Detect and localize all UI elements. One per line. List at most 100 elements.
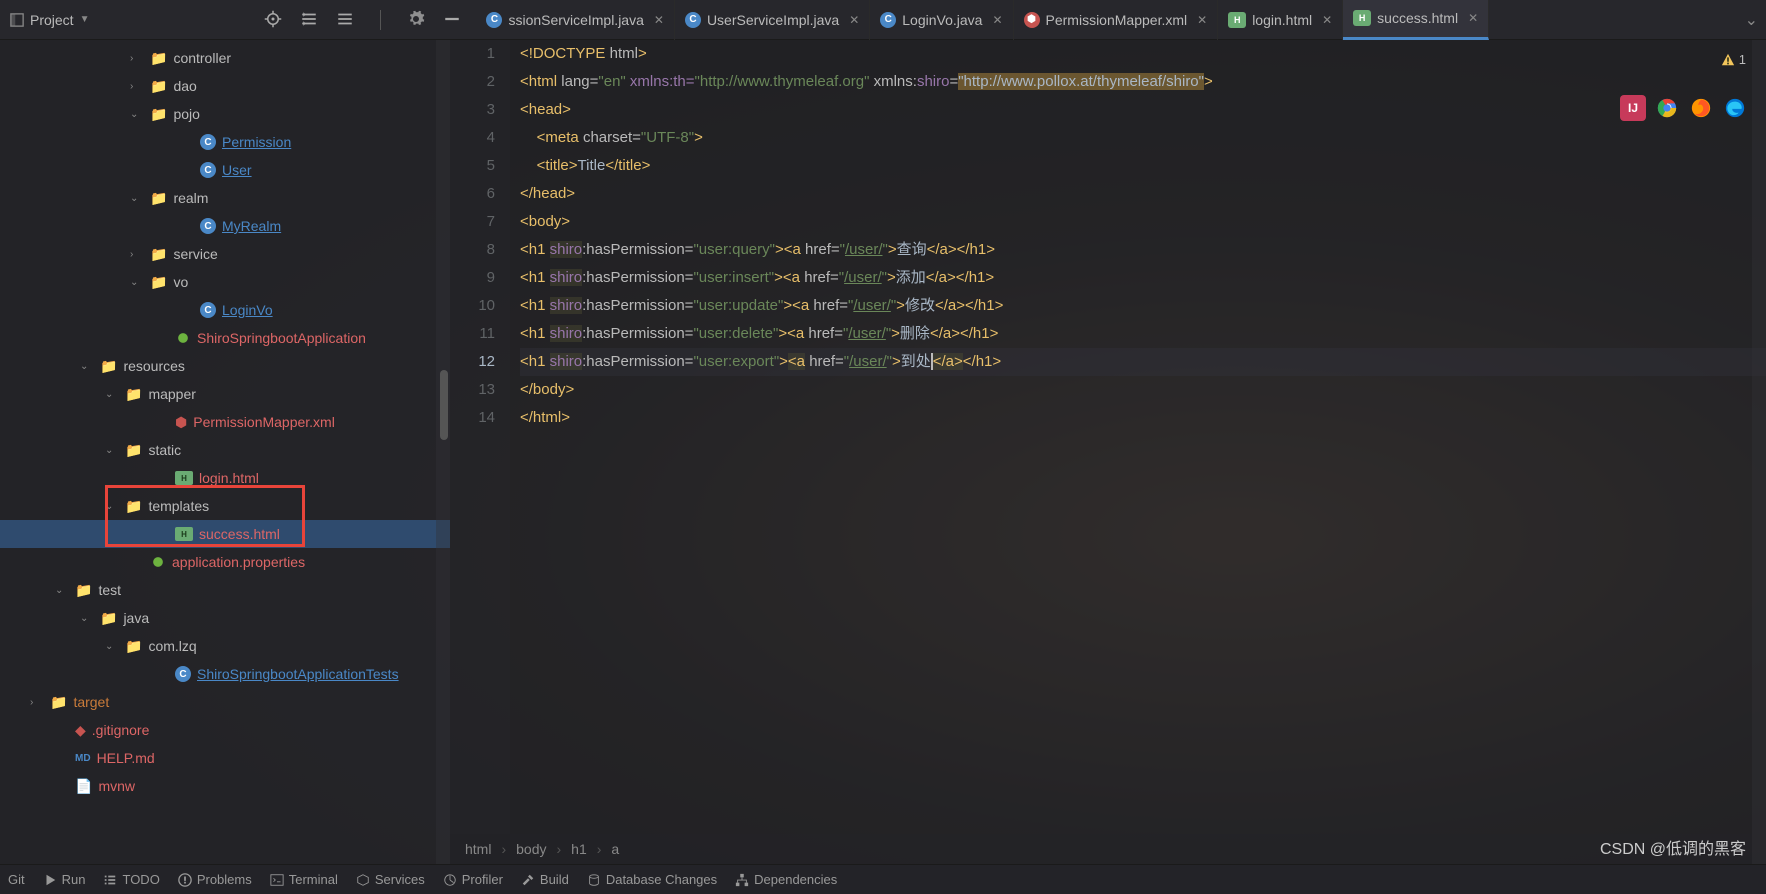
gear-icon[interactable] <box>407 10 425 28</box>
code-line[interactable]: <body> <box>520 208 1766 236</box>
tree-item[interactable]: CShiroSpringbootApplicationTests <box>0 660 450 688</box>
minimize-icon[interactable] <box>443 10 461 28</box>
problems-tool-button[interactable]: Problems <box>178 872 252 887</box>
editor-content[interactable]: <!DOCTYPE html><html lang="en" xmlns:th=… <box>510 40 1766 834</box>
code-line[interactable]: <!DOCTYPE html> <box>520 40 1766 68</box>
project-tree[interactable]: ›📁controller›📁dao⌄📁pojoCPermissionCUser⌄… <box>0 40 450 864</box>
editor-tab[interactable]: CssionServiceImpl.java✕ <box>476 0 674 40</box>
build-tool-button[interactable]: Build <box>521 872 569 887</box>
tree-item[interactable]: CMyRealm <box>0 212 450 240</box>
tree-item[interactable]: ⌄📁pojo <box>0 100 450 128</box>
code-line[interactable]: <title>Title</title> <box>520 152 1766 180</box>
editor-tab[interactable]: ⬢PermissionMapper.xml✕ <box>1014 0 1219 40</box>
line-number[interactable]: 6 <box>450 180 495 208</box>
tree-item[interactable]: application.properties <box>0 548 450 576</box>
editor-gutter[interactable]: 1234567891011121314 <box>450 40 510 834</box>
firefox-icon[interactable] <box>1688 95 1714 121</box>
code-line[interactable]: <h1 shiro:hasPermission="user:insert"><a… <box>520 264 1766 292</box>
editor-scrollbar[interactable] <box>1752 40 1766 864</box>
tree-arrow-icon[interactable]: ⌄ <box>130 109 144 120</box>
tree-item[interactable]: ⬢PermissionMapper.xml <box>0 408 450 436</box>
tree-item[interactable]: ⌄📁test <box>0 576 450 604</box>
tree-arrow-icon[interactable]: ⌄ <box>130 277 144 288</box>
edge-icon[interactable] <box>1722 95 1748 121</box>
code-line[interactable]: <h1 shiro:hasPermission="user:delete"><a… <box>520 320 1766 348</box>
close-tab-icon[interactable]: ✕ <box>1197 13 1207 27</box>
code-editor[interactable]: 1 IJ 1234567891011121314 <!DOCTYPE html>… <box>450 40 1766 864</box>
line-number[interactable]: 2 <box>450 68 495 96</box>
editor-tab[interactable]: CLoginVo.java✕ <box>870 0 1013 40</box>
editor-tab[interactable]: CUserServiceImpl.java✕ <box>675 0 870 40</box>
tree-item[interactable]: ›📁dao <box>0 72 450 100</box>
expand-all-icon[interactable] <box>300 10 318 28</box>
close-tab-icon[interactable]: ✕ <box>1468 11 1478 25</box>
tree-item[interactable]: Hlogin.html <box>0 464 450 492</box>
git-tool-button[interactable]: Git <box>8 872 25 887</box>
line-number[interactable]: 10 <box>450 292 495 320</box>
tree-item[interactable]: ShiroSpringbootApplication <box>0 324 450 352</box>
todo-tool-button[interactable]: TODO <box>103 872 159 887</box>
tree-item[interactable]: ⌄📁com.lzq <box>0 632 450 660</box>
line-number[interactable]: 11 <box>450 320 495 348</box>
tree-arrow-icon[interactable]: › <box>130 249 144 260</box>
breadcrumb-item[interactable]: body <box>516 841 546 857</box>
intellij-browser-icon[interactable]: IJ <box>1620 95 1646 121</box>
code-line[interactable]: <meta charset="UTF-8"> <box>520 124 1766 152</box>
tree-scrollbar[interactable] <box>436 40 450 864</box>
editor-tab[interactable]: Hsuccess.html✕ <box>1343 0 1489 40</box>
code-line[interactable]: <h1 shiro:hasPermission="user:update"><a… <box>520 292 1766 320</box>
tree-item[interactable]: ⌄📁vo <box>0 268 450 296</box>
tree-arrow-icon[interactable]: › <box>30 697 44 708</box>
profiler-tool-button[interactable]: Profiler <box>443 872 503 887</box>
dependencies-tool-button[interactable]: Dependencies <box>735 872 837 887</box>
tree-item[interactable]: 📄mvnw <box>0 772 450 800</box>
breadcrumb-item[interactable]: h1 <box>571 841 587 857</box>
close-tab-icon[interactable]: ✕ <box>992 13 1002 27</box>
editor-tab[interactable]: Hlogin.html✕ <box>1218 0 1343 40</box>
close-tab-icon[interactable]: ✕ <box>1322 13 1332 27</box>
tree-item[interactable]: Hsuccess.html <box>0 520 450 548</box>
code-line[interactable]: <h1 shiro:hasPermission="user:query"><a … <box>520 236 1766 264</box>
line-number[interactable]: 5 <box>450 152 495 180</box>
chrome-icon[interactable] <box>1654 95 1680 121</box>
breadcrumb[interactable]: html›body›h1›a <box>450 834 1766 864</box>
tree-arrow-icon[interactable]: ⌄ <box>105 501 119 512</box>
tree-arrow-icon[interactable]: ⌄ <box>80 361 94 372</box>
tree-item[interactable]: ⌄📁static <box>0 436 450 464</box>
code-line[interactable]: <h1 shiro:hasPermission="user:export"><a… <box>520 348 1766 376</box>
tree-item[interactable]: CLoginVo <box>0 296 450 324</box>
line-number[interactable]: 8 <box>450 236 495 264</box>
tree-item[interactable]: MDHELP.md <box>0 744 450 772</box>
tree-arrow-icon[interactable]: ⌄ <box>105 641 119 652</box>
code-line[interactable]: <html lang="en" xmlns:th="http://www.thy… <box>520 68 1766 96</box>
tree-arrow-icon[interactable]: ⌄ <box>55 585 69 596</box>
collapse-all-icon[interactable] <box>336 10 354 28</box>
tabs-dropdown-icon[interactable]: ⌄ <box>1737 10 1766 30</box>
breadcrumb-item[interactable]: html <box>465 841 491 857</box>
tree-arrow-icon[interactable]: ⌄ <box>105 445 119 456</box>
tree-item[interactable]: ⌄📁mapper <box>0 380 450 408</box>
tree-item[interactable]: ⌄📁resources <box>0 352 450 380</box>
locate-icon[interactable] <box>264 10 282 28</box>
line-number[interactable]: 9 <box>450 264 495 292</box>
line-number[interactable]: 3 <box>450 96 495 124</box>
code-line[interactable]: <head> <box>520 96 1766 124</box>
tree-arrow-icon[interactable]: ⌄ <box>130 193 144 204</box>
tree-item[interactable]: ›📁service <box>0 240 450 268</box>
code-line[interactable]: </html> <box>520 404 1766 432</box>
line-number[interactable]: 1 <box>450 40 495 68</box>
tree-item[interactable]: ›📁target <box>0 688 450 716</box>
tree-arrow-icon[interactable]: › <box>130 53 144 64</box>
code-line[interactable]: </body> <box>520 376 1766 404</box>
tree-item[interactable]: ⌄📁templates <box>0 492 450 520</box>
close-tab-icon[interactable]: ✕ <box>849 13 859 27</box>
breadcrumb-item[interactable]: a <box>611 841 619 857</box>
run-tool-button[interactable]: Run <box>43 872 86 887</box>
code-line[interactable]: </head> <box>520 180 1766 208</box>
tree-item[interactable]: ⌄📁realm <box>0 184 450 212</box>
tree-arrow-icon[interactable]: › <box>130 81 144 92</box>
project-tool-window-button[interactable]: Project ▼ <box>0 12 99 28</box>
tree-item[interactable]: ◆.gitignore <box>0 716 450 744</box>
tree-item[interactable]: ›📁controller <box>0 44 450 72</box>
tree-item[interactable]: CPermission <box>0 128 450 156</box>
